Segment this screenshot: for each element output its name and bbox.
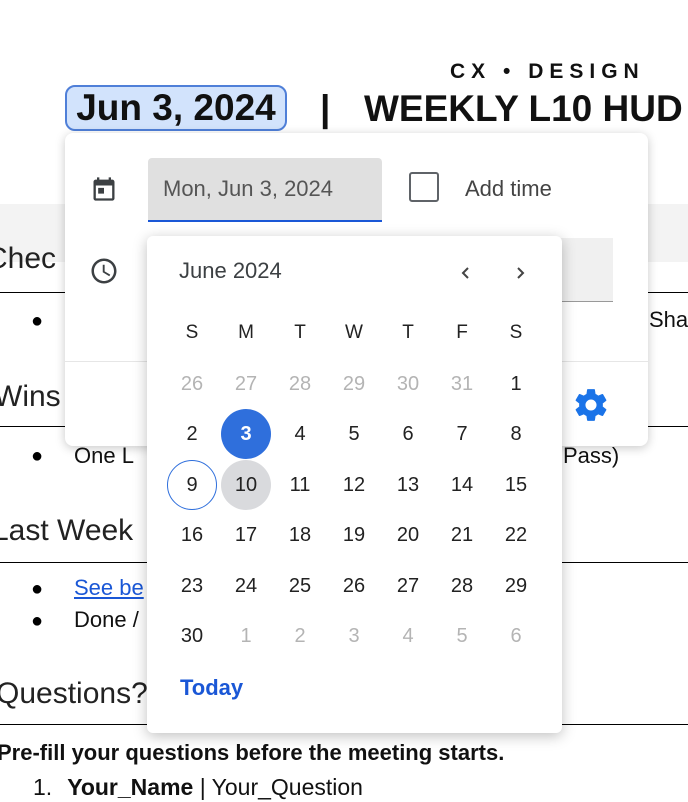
calendar-day[interactable]: 12: [329, 460, 379, 510]
calendar-day[interactable]: 2: [275, 611, 325, 661]
calendar-icon: [90, 175, 118, 203]
calendar-day[interactable]: 27: [221, 359, 271, 409]
today-button[interactable]: Today: [180, 675, 243, 701]
last-week-bullet-text: Done /: [74, 607, 139, 632]
calendar-day[interactable]: 5: [329, 409, 379, 459]
last-week-link[interactable]: See be: [74, 575, 144, 601]
calendar-day[interactable]: 1: [491, 359, 541, 409]
chevron-right-icon[interactable]: [503, 256, 537, 290]
calendar-day[interactable]: 6: [383, 409, 433, 459]
question-row: 1. Your_Name | Your_Question: [33, 774, 363, 801]
title-separator: |: [320, 88, 331, 129]
calendar-day[interactable]: 3: [221, 409, 271, 459]
question-text: Your_Question: [211, 774, 363, 800]
question-number: 1.: [33, 774, 53, 800]
date-chip[interactable]: Jun 3, 2024: [65, 85, 287, 131]
clock-icon: [89, 256, 119, 286]
calendar-day[interactable]: 28: [275, 359, 325, 409]
calendar-day[interactable]: 4: [383, 611, 433, 661]
weekday-label: M: [238, 322, 254, 343]
weekday-label: S: [509, 322, 523, 343]
calendar-day[interactable]: 22: [491, 510, 541, 560]
calendar-day[interactable]: 14: [437, 460, 487, 510]
wins-bullet-text-end: Pass): [563, 443, 620, 468]
calendar-day[interactable]: 23: [167, 561, 217, 611]
calendar-day[interactable]: 9: [167, 460, 217, 510]
calendar-day[interactable]: 29: [491, 561, 541, 611]
section-heading-questions: Questions?: [0, 677, 148, 710]
calendar-day[interactable]: 13: [383, 460, 433, 510]
bullet: ●: [31, 610, 44, 632]
calendar-day[interactable]: 8: [491, 409, 541, 459]
weekday-label: T: [402, 322, 414, 343]
document-title: WEEKLY L10 HUD: [364, 88, 683, 129]
calendar-day[interactable]: 16: [167, 510, 217, 560]
calendar-day[interactable]: 20: [383, 510, 433, 560]
calendar-day[interactable]: 4: [275, 409, 325, 459]
calendar-day[interactable]: 31: [437, 359, 487, 409]
calendar-day[interactable]: 26: [167, 359, 217, 409]
calendar-day[interactable]: 30: [383, 359, 433, 409]
calendar-day[interactable]: 26: [329, 561, 379, 611]
time-input[interactable]: [560, 238, 613, 302]
date-input[interactable]: Mon, Jun 3, 2024: [148, 158, 382, 222]
calendar-day[interactable]: 21: [437, 510, 487, 560]
calendar-day[interactable]: 29: [329, 359, 379, 409]
calendar-day[interactable]: 5: [437, 611, 487, 661]
weekday-label: S: [185, 322, 199, 343]
calendar-day[interactable]: 7: [437, 409, 487, 459]
calendar-day[interactable]: 24: [221, 561, 271, 611]
add-time-checkbox[interactable]: [409, 172, 439, 202]
calendar-day[interactable]: 19: [329, 510, 379, 560]
calendar-day[interactable]: 18: [275, 510, 325, 560]
questions-instruction: Pre-fill your questions before the meeti…: [0, 740, 505, 765]
weekday-label: F: [456, 322, 468, 343]
calendar-day[interactable]: 2: [167, 409, 217, 459]
calendar-day[interactable]: 17: [221, 510, 271, 560]
calendar-day[interactable]: 3: [329, 611, 379, 661]
bullet: ●: [31, 578, 44, 600]
section-heading-wins: Wins: [0, 380, 61, 413]
question-name: Your_Name: [67, 774, 194, 800]
calendar-day[interactable]: 6: [491, 611, 541, 661]
question-separator: |: [193, 774, 212, 800]
calendar-day[interactable]: 15: [491, 460, 541, 510]
calendar-day[interactable]: 10: [221, 460, 271, 510]
weekday-label: W: [345, 322, 363, 343]
add-time-label: Add time: [465, 176, 552, 201]
calendar-day[interactable]: 11: [275, 460, 325, 510]
section-heading-check: Chec: [0, 242, 57, 275]
gear-icon[interactable]: [572, 386, 610, 424]
calendar-day[interactable]: 30: [167, 611, 217, 661]
calendar-day[interactable]: 27: [383, 561, 433, 611]
section-heading-last-week: Last Week: [0, 514, 134, 547]
weekday-label: T: [294, 322, 306, 343]
document-subtitle: CX • DESIGN: [450, 60, 645, 83]
chevron-left-icon[interactable]: [449, 256, 483, 290]
calendar-day[interactable]: 1: [221, 611, 271, 661]
calendar-day[interactable]: 28: [437, 561, 487, 611]
bullet: ●: [31, 310, 44, 332]
wins-bullet-text: One L: [74, 443, 134, 468]
month-label: June 2024: [179, 258, 282, 283]
check-bullet-text: Sha: [649, 307, 688, 332]
bullet: ●: [31, 445, 44, 467]
calendar-day[interactable]: 25: [275, 561, 325, 611]
